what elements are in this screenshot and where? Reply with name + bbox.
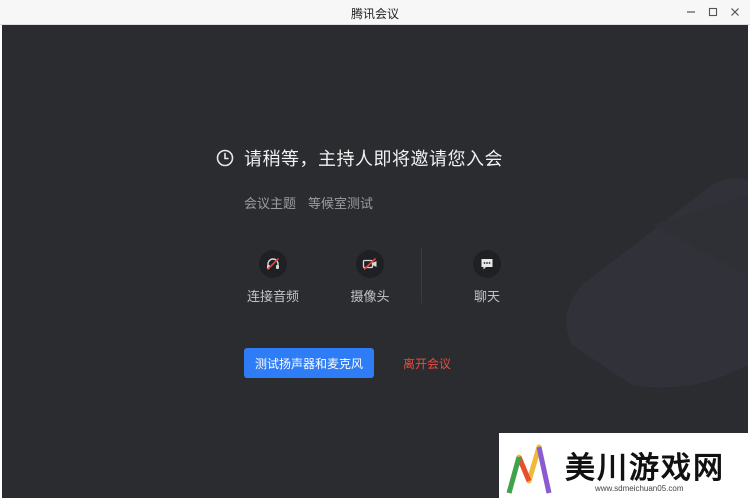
clock-icon	[216, 149, 234, 167]
connect-audio-label: 连接音频	[246, 290, 299, 305]
chat-label: 聊天	[473, 290, 500, 305]
background-decoration	[566, 178, 748, 388]
controls-divider	[421, 247, 422, 303]
test-speaker-mic-button[interactable]: 测试扬声器和麦克风	[244, 348, 374, 378]
waiting-message-row: 请稍等，主持人即将邀请您入会	[216, 146, 503, 170]
minimize-icon	[687, 11, 695, 13]
camera-off-icon	[362, 257, 377, 271]
window-title: 腾讯会议	[350, 7, 399, 21]
maximize-icon	[708, 7, 718, 17]
watermark-title: 美川游戏网	[565, 451, 725, 486]
camera-label: 摄像头	[350, 290, 390, 305]
close-icon	[731, 8, 739, 16]
chat-icon	[481, 259, 493, 270]
meeting-subject-label: 会议主题	[244, 197, 297, 212]
leave-meeting-link[interactable]: 离开会议	[403, 355, 451, 372]
connect-audio-button[interactable]: 连接音频	[238, 250, 308, 305]
chat-button[interactable]: 聊天	[452, 250, 522, 305]
maximize-button[interactable]	[702, 3, 724, 21]
minimize-button[interactable]	[680, 3, 702, 21]
headset-muted-icon	[266, 257, 280, 271]
meeting-subject-row: 会议主题 等候室测试	[244, 193, 373, 212]
watermark-url: www.sdmeichuan05.com	[595, 484, 684, 493]
waiting-message: 请稍等，主持人即将邀请您入会	[244, 149, 503, 170]
watermark-logo-icon	[506, 444, 552, 494]
site-watermark: 美川游戏网 www.sdmeichuan05.com	[499, 433, 750, 500]
waiting-room-panel: 请稍等，主持人即将邀请您入会 会议主题 等候室测试 连接音频 摄像头 聊天 测试…	[2, 25, 748, 498]
window-titlebar: 腾讯会议	[0, 0, 750, 25]
close-button[interactable]	[724, 3, 746, 21]
camera-button[interactable]: 摄像头	[335, 250, 405, 305]
meeting-subject-value: 等候室测试	[308, 197, 374, 212]
